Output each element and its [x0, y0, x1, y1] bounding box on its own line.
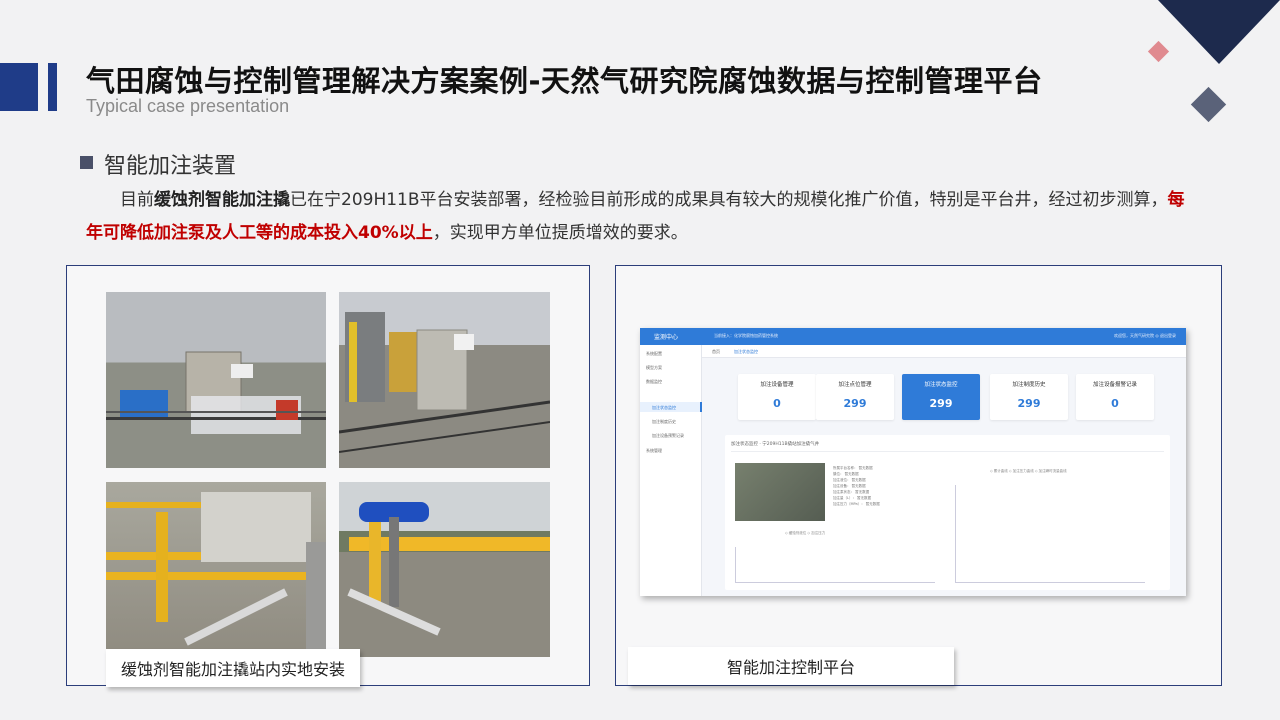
stat-card-value: 0: [773, 397, 781, 410]
chart-legend: ◇ 缓蚀剂液位 ◇ 加注压力: [785, 531, 826, 535]
stat-card: 加注点位管理 299: [816, 374, 894, 420]
installation-photo-caption: 缓蚀剂智能加注撬站内实地安装: [106, 649, 360, 687]
trend-chart-area: [955, 485, 1145, 583]
stat-card: 加注设备报警记录 0: [1076, 374, 1154, 420]
monitor-panel: 加注状态监控 · 宁209H11B撬站加注撬气井 所属平台名称： 暂无数据 撬位…: [725, 435, 1170, 590]
monitor-title: 加注状态监控 · 宁209H11B撬站加注撬气井: [731, 442, 820, 447]
page-title: 气田腐蚀与控制管理解决方案案例-天然气研究院腐蚀数据与控制管理平台: [86, 64, 1043, 98]
header-accent-bar: [0, 63, 38, 111]
stat-card-title: 加注点位管理: [838, 382, 872, 388]
square-bullet-icon: [80, 156, 93, 169]
sidebar-item: 系统管理: [646, 448, 662, 453]
sidebar-item: 加注状态监控: [652, 405, 676, 410]
platform-tabs: 首页 加注状态监控: [702, 345, 1186, 358]
stat-card-title: 加注状态监控: [924, 382, 958, 388]
sidebar-item: 加注制度历史: [652, 419, 676, 424]
page-subtitle: Typical case presentation: [86, 96, 290, 116]
monitor-divider: [731, 451, 1164, 452]
para-text-3: ，实现甲方单位提质增效的要求。: [432, 223, 688, 243]
header-accent-bar-thin: [48, 63, 57, 111]
station-3d-view: [735, 463, 825, 521]
monitor-info-line: 加注压力（MPa）： 暂无数据: [833, 502, 880, 506]
stat-card-title: 加注设备管理: [760, 382, 794, 388]
sidebar-item: 加注设备预警记录: [652, 433, 684, 438]
platform-nav-text: 当前接入：化学院腐蚀加药管控系统: [714, 333, 778, 338]
description-paragraph: 目前缓蚀剂智能加注撬已在宁209H11B平台安装部署，经检验目前形成的成果具有较…: [86, 184, 1196, 250]
control-platform-screenshot: 监测中心 当前接入：化学院腐蚀加药管控系统 欢迎您，天然气研究院 ◎ 退出登录 …: [640, 328, 1186, 596]
sidebar-item: 数据监控: [646, 379, 662, 384]
platform-screenshot-caption: 智能加注控制平台: [628, 647, 954, 685]
platform-sidebar: 系统配置 模型方案 数据监控 加注状态监控 加注制度历史 加注设备预警记录 系统…: [640, 345, 702, 596]
platform-user-text: 欢迎您，天然气研究院 ◎ 退出登录: [1113, 333, 1176, 338]
platform-tab-active: 加注状态监控: [734, 349, 758, 354]
para-text-1: 目前: [120, 190, 154, 210]
stat-card: 加注设备管理 0: [738, 374, 816, 420]
sidebar-item: 模型方案: [646, 365, 662, 370]
stat-card-active: 加注状态监控 299: [902, 374, 980, 420]
platform-brand: 监测中心: [654, 334, 679, 341]
monitor-info: 所属平台名称： 暂无数据 撬位： 暂无数据 加注液位： 暂无数据 加注设备： 暂…: [833, 465, 880, 507]
diamond-decoration-gray: [1190, 86, 1227, 123]
corner-triangle-decoration: [1158, 0, 1280, 64]
platform-tab: 首页: [712, 349, 720, 354]
installation-photo-3: [106, 482, 326, 657]
stat-card-title: 加注设备报警记录: [1092, 382, 1137, 388]
stat-card-value: 299: [843, 397, 867, 410]
chart-legend: ◇ 累计曲线 ◇ 加注压力曲线 ◇ 加注瞬时流量曲线: [990, 469, 1067, 473]
installation-photo-1: [106, 292, 326, 468]
installation-photo-4: [339, 482, 550, 657]
stat-card-value: 299: [1017, 397, 1041, 410]
installation-photo-2: [339, 292, 550, 468]
level-chart-area: [735, 547, 935, 583]
stat-card-value: 299: [929, 397, 953, 410]
para-text-2: 已在宁209H11B平台安装部署，经检验目前形成的成果具有较大的规模化推广价值，…: [290, 190, 1168, 210]
section-title: 智能加注装置: [104, 154, 237, 179]
stat-card-title: 加注制度历史: [1012, 382, 1046, 388]
para-highlight-product: 缓蚀剂智能加注撬: [154, 190, 290, 210]
stat-card: 加注制度历史 299: [990, 374, 1068, 420]
stat-card-value: 0: [1111, 397, 1119, 410]
sidebar-item: 系统配置: [646, 351, 662, 356]
